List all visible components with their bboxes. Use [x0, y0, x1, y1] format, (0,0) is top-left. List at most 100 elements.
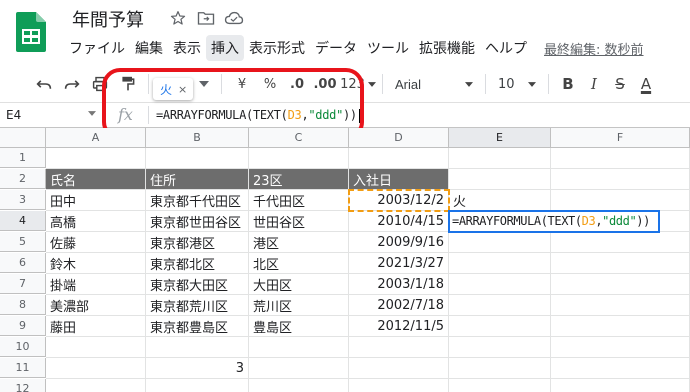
table-header-cell[interactable]: 氏名 [46, 169, 146, 190]
table-cell[interactable]: 豊島区 [249, 316, 349, 337]
column-header-e[interactable]: E [449, 128, 551, 148]
row-header-5[interactable]: 5 [0, 232, 46, 252]
table-cell[interactable]: 高橋 [46, 211, 146, 232]
row-header-1[interactable]: 1 [0, 148, 46, 168]
column-header-c[interactable]: C [249, 128, 349, 148]
cell[interactable] [449, 232, 551, 253]
table-cell[interactable]: 鈴木 [46, 253, 146, 274]
table-cell[interactable]: 美濃部 [46, 295, 146, 316]
row-header-6[interactable]: 6 [0, 253, 46, 273]
row-header-9[interactable]: 9 [0, 316, 46, 336]
table-header-cell[interactable]: 住所 [146, 169, 249, 190]
cell[interactable] [551, 148, 690, 169]
sheets-logo-icon[interactable] [16, 12, 46, 52]
table-cell[interactable]: 田中 [46, 190, 146, 211]
row-header-4[interactable]: 4 [0, 211, 46, 231]
table-cell[interactable]: 佐藤 [46, 232, 146, 253]
column-header-a[interactable]: A [46, 128, 146, 148]
last-edit-link[interactable]: 最終編集: 数秒前 [532, 39, 644, 58]
cell[interactable] [449, 316, 551, 337]
cell[interactable] [449, 379, 551, 392]
row-header-12[interactable]: 12 [0, 379, 46, 392]
menu-edit[interactable]: 編集 [130, 35, 168, 61]
bold-button[interactable]: B [555, 70, 581, 98]
row-header-8[interactable]: 8 [0, 295, 46, 315]
table-cell[interactable]: 港区 [249, 232, 349, 253]
cell[interactable] [449, 169, 551, 190]
cloud-status-icon[interactable] [224, 8, 244, 28]
select-all-corner[interactable] [0, 128, 46, 148]
table-cell[interactable]: 世田谷区 [249, 211, 349, 232]
table-cell[interactable]: 2021/3/27 [349, 253, 449, 274]
table-cell[interactable]: 2012/11/5 [349, 316, 449, 337]
name-box-caret-icon[interactable] [88, 111, 96, 116]
cell[interactable] [449, 295, 551, 316]
table-cell[interactable]: 千代田区 [249, 190, 349, 211]
font-size-select[interactable]: 10 [492, 70, 542, 98]
table-cell[interactable]: 北区 [249, 253, 349, 274]
cell[interactable] [349, 379, 449, 392]
undo-icon[interactable] [30, 70, 58, 98]
cell[interactable] [349, 337, 449, 358]
table-cell[interactable]: 大田区 [249, 274, 349, 295]
row-header-2[interactable]: 2 [0, 169, 46, 189]
column-header-f[interactable]: F [551, 128, 690, 148]
cell[interactable] [551, 295, 690, 316]
table-cell[interactable]: 掛端 [46, 274, 146, 295]
cell[interactable] [551, 190, 690, 211]
count-value-cell[interactable]: 3 [146, 358, 249, 379]
cell[interactable] [551, 232, 690, 253]
cell[interactable] [349, 148, 449, 169]
row-header-11[interactable]: 11 [0, 358, 46, 378]
table-cell[interactable]: 荒川区 [249, 295, 349, 316]
table-header-cell[interactable]: 23区 [249, 169, 349, 190]
table-cell[interactable]: 東京都北区 [146, 253, 249, 274]
cell[interactable] [551, 337, 690, 358]
cell[interactable] [449, 148, 551, 169]
cell[interactable] [449, 253, 551, 274]
menu-file[interactable]: ファイル [64, 35, 130, 61]
table-cell[interactable]: 東京都荒川区 [146, 295, 249, 316]
row-header-3[interactable]: 3 [0, 190, 46, 210]
table-cell[interactable]: 2002/7/18 [349, 295, 449, 316]
cell[interactable] [249, 358, 349, 379]
menu-view[interactable]: 表示 [168, 35, 206, 61]
table-header-cell[interactable]: 入社日 [349, 169, 449, 190]
cell[interactable] [46, 358, 146, 379]
cell[interactable] [249, 379, 349, 392]
menu-tools[interactable]: ツール [362, 35, 414, 61]
cell[interactable] [551, 316, 690, 337]
cell[interactable] [551, 274, 690, 295]
cell[interactable] [46, 337, 146, 358]
table-cell[interactable]: 東京都大田区 [146, 274, 249, 295]
cell[interactable] [551, 253, 690, 274]
cell[interactable] [46, 148, 146, 169]
table-cell[interactable]: 東京都豊島区 [146, 316, 249, 337]
cell[interactable] [349, 358, 449, 379]
cell[interactable] [551, 169, 690, 190]
menu-data[interactable]: データ [310, 35, 362, 61]
cell[interactable] [449, 274, 551, 295]
table-cell[interactable]: 東京都千代田区 [146, 190, 249, 211]
cell[interactable] [249, 337, 349, 358]
cell[interactable] [449, 358, 551, 379]
star-icon[interactable] [168, 8, 188, 28]
menu-format[interactable]: 表示形式 [244, 35, 310, 61]
cell[interactable] [46, 379, 146, 392]
font-family-select[interactable]: Arial [389, 70, 479, 98]
cell[interactable] [146, 379, 249, 392]
cell[interactable] [146, 148, 249, 169]
cell[interactable] [146, 337, 249, 358]
document-title[interactable]: 年間予算 [72, 6, 144, 32]
table-cell[interactable]: 2010/4/15 [349, 211, 449, 232]
weekday-result-cell[interactable]: 火 [449, 190, 551, 211]
column-header-d[interactable]: D [349, 128, 449, 148]
move-folder-icon[interactable] [196, 8, 216, 28]
menu-insert[interactable]: 挿入 [206, 35, 244, 61]
table-cell[interactable]: 東京都世田谷区 [146, 211, 249, 232]
row-header-10[interactable]: 10 [0, 337, 46, 357]
menu-help[interactable]: ヘルプ [480, 35, 532, 61]
text-color-button[interactable]: A [633, 70, 659, 98]
table-cell[interactable]: 東京都港区 [146, 232, 249, 253]
italic-button[interactable]: I [581, 70, 607, 98]
